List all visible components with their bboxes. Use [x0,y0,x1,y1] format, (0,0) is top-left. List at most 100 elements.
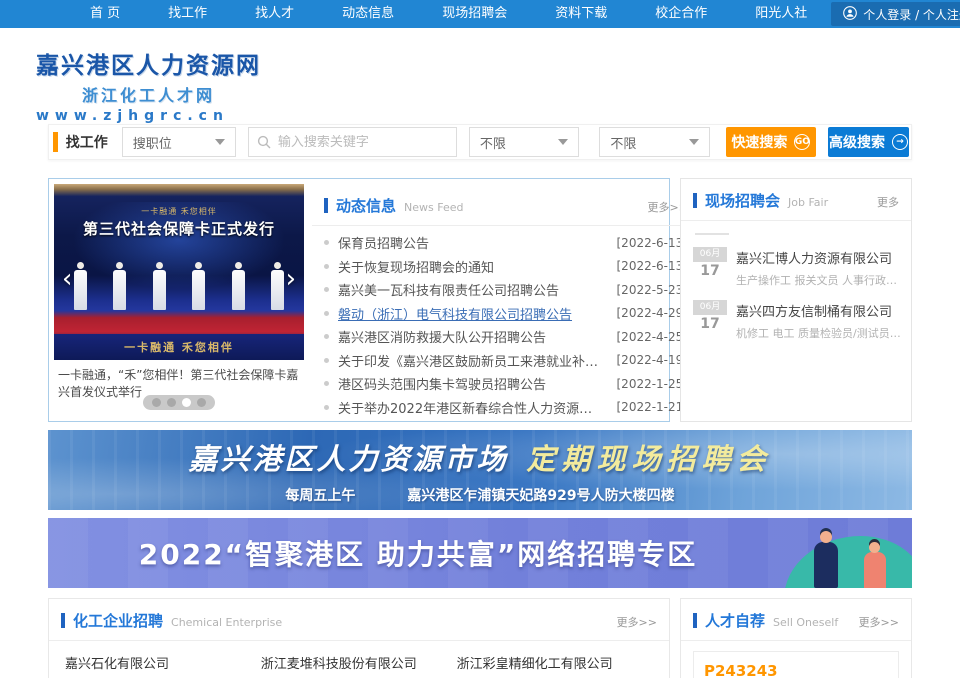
section-accent-bar [693,613,697,628]
site-url: www.zjhgrc.cn [36,108,261,124]
fair-job-list: 机修工 电工 质量检验员/测试员 叉车... [736,325,901,341]
carousel-next-arrow[interactable]: › [286,266,296,292]
news-title: 动态信息 [336,195,396,216]
person-figure [153,262,166,310]
nav-job-fair[interactable]: 现场招聘会 [418,0,531,28]
carousel-dot[interactable] [197,398,206,407]
chemical-more-link[interactable]: 更多>> [617,614,657,630]
search-input[interactable] [278,135,448,150]
slide-title: 第三代社会保障卡正式发行 [54,218,304,239]
search-category-select[interactable]: 搜职位 [122,127,236,157]
search-mode-label: 找工作 [66,132,108,152]
date-badge: 06月 17 [693,247,727,288]
date-badge: 06月 17 [693,300,727,341]
news-list: 保育员招聘公告 [2022-6-13] 关于恢复现场招聘会的通知 [2022-6… [312,226,700,419]
person-figure [192,262,205,310]
search-input-wrap [248,127,457,157]
chemical-company[interactable]: 浙江彩皇精细化工有限公司 普工（制造科） 营业担当 [457,653,653,678]
chemical-title: 化工企业招聘 [73,610,163,631]
carousel-dot[interactable] [167,398,176,407]
carousel-caption-area: 一卡融通，“禾”您相伴！第三代社会保障卡嘉兴首发仪式举行 [54,360,304,416]
filter-1-value: 不限 [480,133,506,152]
person-figure [74,262,87,310]
nav-find-job[interactable]: 找工作 [144,0,231,28]
nav-find-talent[interactable]: 找人才 [231,0,318,28]
job-fair-title: 现场招聘会 [705,190,780,211]
person-icon [843,6,863,23]
chemical-company-list: 嘉兴石化有限公司 工艺员 设备管理 警卫（残疾工） 浙江麦堆科技股份有限公司 销… [49,641,669,678]
section-accent-bar [693,193,697,208]
news-item[interactable]: 嘉兴港区消防救援大队公开招聘公告 [2022-4-25] [324,325,688,349]
fair-job-list: 生产操作工 报关文员 人事行政助理... [736,272,901,288]
news-item[interactable]: 关于恢复现场招聘会的通知 [2022-6-13] [324,255,688,279]
banner1-title-yellow: 定期现场招聘会 [527,436,772,478]
nav-news[interactable]: 动态信息 [318,0,418,28]
talent-card[interactable]: P243243 男 ｜ 嘉兴市->嘉兴港区 ｜ 八年以上 [693,651,899,678]
chemical-company[interactable]: 浙江麦堆科技股份有限公司 销售专员 会计 土建主管 [261,653,457,678]
chevron-down-icon [558,139,568,145]
slide-figures [74,262,284,310]
section-accent-bar [324,198,328,213]
news-item[interactable]: 嘉兴美一瓦科技有限责任公司招聘公告 [2022-5-23] [324,278,688,302]
filter-select-1[interactable]: 不限 [469,127,579,157]
carousel-dot-active[interactable] [182,398,191,407]
talent-title: 人才自荐 [705,610,765,631]
news-header: 动态信息 News Feed 更多>> [312,184,700,226]
banner1-address: 嘉兴港区乍浦镇天妃路929号人防大楼四楼 [407,485,674,505]
bullet-icon [324,334,329,339]
nav-downloads[interactable]: 资料下载 [531,0,631,28]
bullet-icon [324,381,329,386]
person-illustration [814,542,838,588]
site-logo[interactable]: 嘉兴港区人力资源网 浙江化工人才网 www.zjhgrc.cn [36,46,261,124]
personal-login-button[interactable]: 个人登录 / 个人注册 [831,2,960,26]
bullet-icon [324,264,329,269]
job-fair-more-link[interactable]: 更多 [877,194,899,210]
news-item[interactable]: 关于举办2022年港区新春综合性人力资源暨春风... [2022-1-21] [324,396,688,420]
advanced-search-button[interactable]: 高级搜索 → [828,127,909,157]
nav-school-cooperation[interactable]: 校企合作 [631,0,731,28]
carousel-dot[interactable] [152,398,161,407]
news-feed-section: 动态信息 News Feed 更多>> 保育员招聘公告 [2022-6-13] … [312,184,700,416]
search-category-value: 搜职位 [133,133,172,152]
top-navbar: 首 页 找工作 找人才 动态信息 现场招聘会 资料下载 校企合作 阳光人社 个人… [0,0,960,28]
header-band: 嘉兴港区人力资源网 浙江化工人才网 www.zjhgrc.cn [0,28,960,120]
news-item[interactable]: 保育员招聘公告 [2022-6-13] [324,231,688,255]
banner1-title-white: 嘉兴港区人力资源市场 [188,436,508,478]
talent-more-link[interactable]: 更多>> [859,614,899,630]
nav-sunshine-hr[interactable]: 阳光人社 [731,0,831,28]
chemical-subtitle: Chemical Enterprise [171,616,282,629]
job-fair-item[interactable]: 06月 17 嘉兴四方友信制桶有限公司 机修工 电工 质量检验员/测试员 叉车.… [681,292,911,345]
bullet-icon [324,405,329,410]
online-recruitment-banner[interactable]: 2022“智聚港区 助力共富”网络招聘专区 [48,518,912,588]
person-figure [232,262,245,310]
job-fair-banner[interactable]: 嘉兴港区人力资源市场 定期现场招聘会 每周五上午 嘉兴港区乍浦镇天妃路929号人… [48,430,912,510]
nav-home[interactable]: 首 页 [66,0,144,28]
chemical-enterprise-panel: 化工企业招聘 Chemical Enterprise 更多>> 嘉兴石化有限公司… [48,598,670,678]
bullet-icon [324,287,329,292]
job-fair-header: 现场招聘会 Job Fair 更多 [681,179,911,221]
site-title: 嘉兴港区人力资源网 [36,46,261,80]
news-item[interactable]: 关于印发《嘉兴港区鼓励新员工来港就业补助操作... [2022-4-19] [324,349,688,373]
carousel-prev-arrow[interactable]: ‹ [62,266,72,292]
news-carousel-panel: 一卡融通 禾您相伴 第三代社会保障卡正式发行 一卡融通 禾您相伴 ‹ › 一卡融… [48,178,670,422]
banner1-schedule: 每周五上午 [285,485,355,505]
banner2-illustration [762,518,912,588]
main-content-row: 一卡融通 禾您相伴 第三代社会保障卡正式发行 一卡融通 禾您相伴 ‹ › 一卡融… [48,178,912,422]
slide-bottom-band: 一卡融通 禾您相伴 [54,334,304,360]
person-figure [113,262,126,310]
news-item[interactable]: 港区码头范围内集卡驾驶员招聘公告 [2022-1-25] [324,372,688,396]
chemical-header: 化工企业招聘 Chemical Enterprise 更多>> [49,599,669,641]
talent-panel: 人才自荐 Sell Oneself 更多>> P243243 男 ｜ 嘉兴市->… [680,598,912,678]
filter-select-2[interactable]: 不限 [599,127,709,157]
carousel-dots [143,395,215,410]
quick-search-label: 快速搜索 [731,132,787,152]
wave-shape [784,536,912,588]
job-fair-item[interactable]: 06月 17 嘉兴汇博人力资源有限公司 生产操作工 报关文员 人事行政助理... [681,239,911,292]
job-fair-panel: 现场招聘会 Job Fair 更多 06月 17 嘉兴汇博人力资源有限公司 生产… [680,178,912,422]
carousel-slide[interactable]: 一卡融通 禾您相伴 第三代社会保障卡正式发行 一卡融通 禾您相伴 ‹ › [54,184,304,360]
quick-search-button[interactable]: 快速搜索 GO [726,127,816,157]
fair-company-name: 嘉兴汇博人力资源有限公司 [736,248,901,267]
news-item-hovered[interactable]: 磐动（浙江）电气科技有限公司招聘公告 [2022-4-29] [324,302,688,326]
chemical-company[interactable]: 嘉兴石化有限公司 工艺员 设备管理 警卫（残疾工） [65,653,261,678]
nav-items: 首 页 找工作 找人才 动态信息 现场招聘会 资料下载 校企合作 阳光人社 [66,0,831,28]
